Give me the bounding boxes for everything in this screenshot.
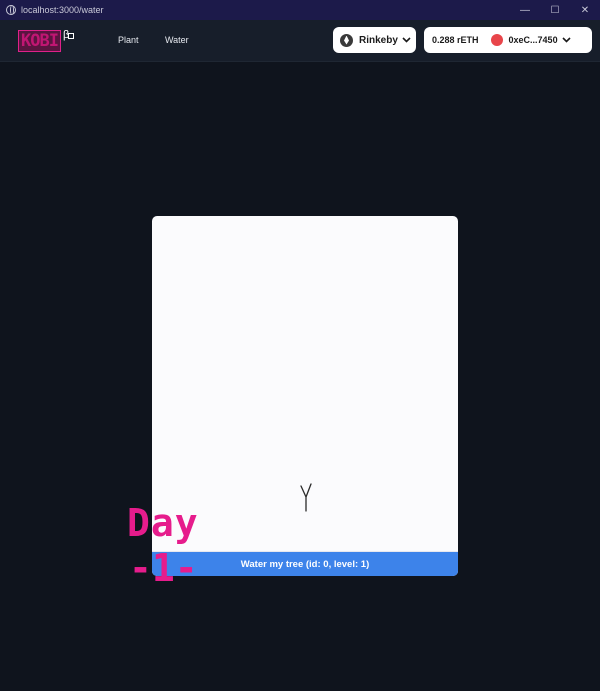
maximize-button[interactable]: ☐	[540, 0, 570, 20]
account-button[interactable]: 0.288 rETH 0xeC...7450	[424, 27, 592, 53]
window-title-bar: localhost:3000/water — ☐ ✕	[0, 0, 600, 20]
window-controls: — ☐ ✕	[510, 0, 600, 20]
close-button[interactable]: ✕	[570, 0, 600, 20]
account-address-chip[interactable]: 0xeC...7450	[487, 29, 577, 51]
ethereum-icon	[340, 33, 353, 47]
water-tree-button[interactable]: Water my tree (id: 0, level: 1)	[152, 552, 458, 576]
nav-plant[interactable]: Plant	[118, 35, 139, 45]
chevron-down-icon	[562, 35, 571, 45]
avatar	[490, 34, 503, 46]
network-selector[interactable]: Rinkeby	[333, 27, 416, 53]
window-url: localhost:3000/water	[21, 5, 104, 15]
logo-text: KOBI	[18, 30, 61, 52]
globe-icon	[6, 5, 16, 15]
day-number: -1-	[129, 546, 198, 590]
chevron-down-icon	[402, 35, 411, 45]
account-address: 0xeC...7450	[508, 35, 558, 45]
minimize-button[interactable]: —	[510, 0, 540, 20]
network-name: Rinkeby	[359, 34, 398, 46]
app-header: KOBI β Plant Water Rinkeby 0.288 rETH 0x…	[0, 20, 600, 62]
sprout-icon	[300, 483, 312, 512]
logo[interactable]: KOBI β	[18, 30, 69, 52]
day-label: Day	[127, 501, 199, 545]
beta-box-icon	[68, 33, 74, 39]
eth-balance: 0.288 rETH	[432, 35, 479, 45]
nav-water[interactable]: Water	[165, 35, 189, 45]
